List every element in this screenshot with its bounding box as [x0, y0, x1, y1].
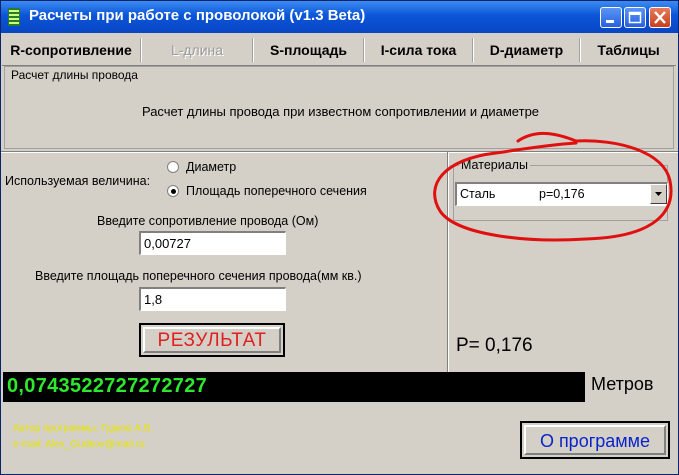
close-icon: [654, 11, 666, 24]
about-button[interactable]: О программе: [520, 421, 670, 459]
material-resistivity: p=0,176: [539, 187, 585, 201]
tab-current[interactable]: I-сила тока: [365, 35, 472, 65]
about-button-label: О программе: [524, 425, 666, 455]
material-name: Сталь: [460, 187, 496, 201]
maximize-button[interactable]: [624, 7, 646, 28]
quantity-label: Используемая величина:: [5, 174, 151, 188]
radio-selected-dot: [171, 189, 176, 194]
resistance-input[interactable]: 0,00727: [139, 231, 286, 255]
tab-tables[interactable]: Таблицы: [581, 35, 676, 65]
title-bar[interactable]: Расчеты при работе с проволокой (v1.3 Be…: [1, 1, 678, 33]
wire-coil-icon: [8, 8, 20, 26]
minimize-icon: [606, 20, 614, 23]
result-button-label: РЕЗУЛЬТАТ: [143, 327, 281, 353]
tab-resistance[interactable]: R-сопротивление: [2, 35, 140, 65]
area-radio-label[interactable]: Площадь поперечного сечения: [186, 184, 367, 198]
minimize-button[interactable]: [600, 7, 622, 28]
divider: [1, 151, 678, 153]
author-email[interactable]: e-mail: Alex_Gudkov@mail.ru: [13, 439, 145, 450]
resistance-label: Введите сопротивление провода (Ом): [97, 214, 319, 228]
divider: [447, 152, 449, 372]
result-display: 0,0743522727272727: [3, 372, 585, 402]
diameter-radio[interactable]: [167, 161, 179, 173]
dropdown-button[interactable]: [650, 184, 667, 204]
tab-diameter[interactable]: D-диаметр: [474, 35, 579, 65]
section-title: Расчет длины провода: [9, 68, 140, 82]
result-units: Метров: [591, 374, 654, 394]
resistivity-readout: P= 0,176: [456, 335, 533, 356]
section-description: Расчет длины провода при известном сопро…: [141, 104, 540, 119]
chevron-down-icon: [655, 192, 662, 196]
close-button[interactable]: [649, 7, 671, 28]
window-title: Расчеты при работе с проволокой (v1.3 Be…: [29, 7, 366, 24]
author-text: Автор программы: Гудков А.В.: [13, 423, 154, 434]
area-label: Введите площадь поперечного сечения пров…: [35, 269, 362, 283]
tab-bar: R-сопротивление L-длина S-площадь I-сила…: [2, 35, 676, 66]
area-radio[interactable]: [167, 185, 179, 197]
diameter-radio-label[interactable]: Диаметр: [186, 160, 236, 174]
result-value: 0,0743522727272727: [7, 375, 208, 397]
tab-area[interactable]: S-площадь: [254, 35, 363, 65]
area-input[interactable]: 1,8: [139, 287, 286, 311]
result-button[interactable]: РЕЗУЛЬТАТ: [139, 323, 285, 357]
app-window: Расчеты при работе с проволокой (v1.3 Be…: [0, 0, 679, 475]
material-select[interactable]: Сталь p=0,176: [455, 182, 668, 206]
maximize-icon: [628, 11, 642, 24]
materials-title: Материалы: [459, 158, 530, 172]
tab-length[interactable]: L-длина: [142, 35, 252, 65]
